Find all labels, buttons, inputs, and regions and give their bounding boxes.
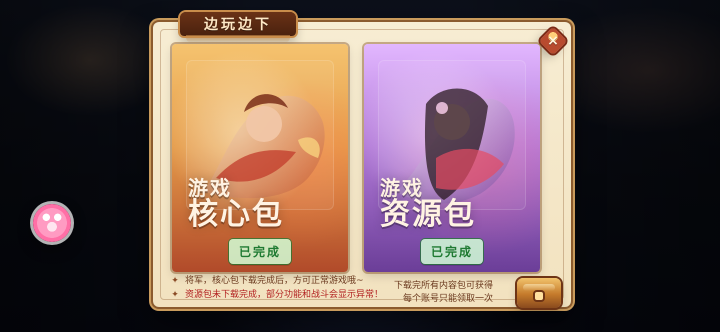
resource-pack-title: 游戏 资源包 xyxy=(380,175,476,232)
reward-info: 下载完所有内容包可获得 每个账号只能领取一次 xyxy=(363,280,493,306)
core-pack-title: 游戏 核心包 xyxy=(188,175,284,232)
reward-info-line2: 每个账号只能领取一次 xyxy=(402,294,493,304)
resource-pack-title-line1: 游戏 xyxy=(380,175,424,200)
note-text: 将军，核心包下载完成后，方可正常游戏哦~ xyxy=(185,276,364,286)
dialog-title: 边玩边下 xyxy=(204,17,272,33)
resource-pack-status-badge: 已完成 xyxy=(420,239,484,264)
reward-info-line1: 下载完所有内容包可获得 xyxy=(393,281,493,291)
note-bullet-icon: ✦ xyxy=(171,276,179,286)
dialog-title-tab: 边玩边下 xyxy=(180,12,296,43)
avatar-icon[interactable] xyxy=(33,204,71,242)
close-button[interactable]: × xyxy=(538,26,568,56)
note-text-alert: 资源包未下载完成，部分功能和战斗会显示异常！ xyxy=(185,290,384,300)
core-pack-status-badge: 已完成 xyxy=(228,239,292,264)
core-pack-title-line2: 核心包 xyxy=(188,196,284,232)
close-icon: × xyxy=(547,33,559,49)
core-pack-title-line1: 游戏 xyxy=(188,175,232,200)
core-pack-card: 游戏 核心包 已完成 xyxy=(172,44,348,272)
note-bullet-icon: ✦ xyxy=(171,290,179,300)
resource-pack-card: 游戏 资源包 已完成 xyxy=(364,44,540,272)
treasure-chest-icon[interactable] xyxy=(517,278,561,308)
download-dialog: 边玩边下 × 游戏 核心包 已完成 游戏 资源包 已完成 ✦ 将军，核心包下载完… xyxy=(153,12,571,308)
resource-pack-title-line2: 资源包 xyxy=(380,196,476,232)
